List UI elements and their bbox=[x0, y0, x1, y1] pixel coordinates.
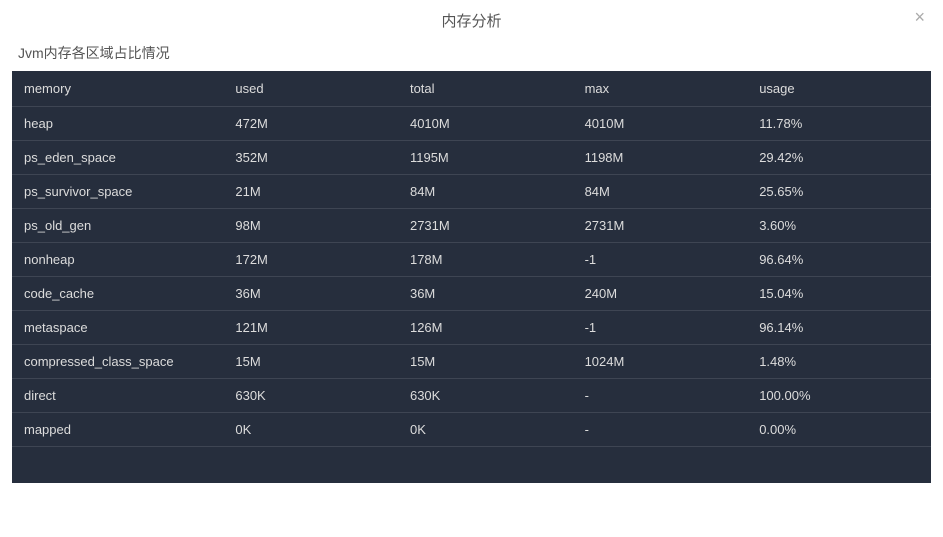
header-max: max bbox=[573, 71, 748, 107]
cell-total: 630K bbox=[398, 379, 573, 413]
cell-usage: 96.14% bbox=[747, 311, 931, 345]
cell-max: 2731M bbox=[573, 209, 748, 243]
cell-usage: 96.64% bbox=[747, 243, 931, 277]
cell-total: 84M bbox=[398, 175, 573, 209]
cell-max: 84M bbox=[573, 175, 748, 209]
table-row: heap472M4010M4010M11.78% bbox=[12, 107, 931, 141]
cell-max: 1198M bbox=[573, 141, 748, 175]
cell-memory: code_cache bbox=[12, 277, 223, 311]
cell-total: 126M bbox=[398, 311, 573, 345]
cell-used: 121M bbox=[223, 311, 398, 345]
cell-memory: heap bbox=[12, 107, 223, 141]
cell-total: 4010M bbox=[398, 107, 573, 141]
header-used: used bbox=[223, 71, 398, 107]
header-memory: memory bbox=[12, 71, 223, 107]
cell-usage: 0.00% bbox=[747, 413, 931, 447]
cell-total: 1195M bbox=[398, 141, 573, 175]
cell-memory: compressed_class_space bbox=[12, 345, 223, 379]
header-usage: usage bbox=[747, 71, 931, 107]
table-row: compressed_class_space15M15M1024M1.48% bbox=[12, 345, 931, 379]
table-row: mapped0K0K-0.00% bbox=[12, 413, 931, 447]
modal-title: 内存分析 bbox=[0, 0, 943, 39]
table-row: code_cache36M36M240M15.04% bbox=[12, 277, 931, 311]
cell-memory: metaspace bbox=[12, 311, 223, 345]
cell-used: 21M bbox=[223, 175, 398, 209]
cell-total: 178M bbox=[398, 243, 573, 277]
cell-used: 172M bbox=[223, 243, 398, 277]
cell-memory: ps_survivor_space bbox=[12, 175, 223, 209]
cell-total: 2731M bbox=[398, 209, 573, 243]
subtitle: Jvm内存各区域占比情况 bbox=[0, 39, 943, 71]
cell-max: -1 bbox=[573, 243, 748, 277]
cell-max: 1024M bbox=[573, 345, 748, 379]
cell-usage: 3.60% bbox=[747, 209, 931, 243]
cell-used: 36M bbox=[223, 277, 398, 311]
cell-memory: mapped bbox=[12, 413, 223, 447]
table-row: metaspace121M126M-196.14% bbox=[12, 311, 931, 345]
cell-usage: 15.04% bbox=[747, 277, 931, 311]
cell-max: - bbox=[573, 413, 748, 447]
table-row: ps_survivor_space21M84M84M25.65% bbox=[12, 175, 931, 209]
memory-table-container: memory used total max usage heap472M4010… bbox=[12, 71, 931, 483]
cell-memory: ps_old_gen bbox=[12, 209, 223, 243]
cell-used: 98M bbox=[223, 209, 398, 243]
table-body: heap472M4010M4010M11.78%ps_eden_space352… bbox=[12, 107, 931, 447]
cell-memory: nonheap bbox=[12, 243, 223, 277]
table-header-row: memory used total max usage bbox=[12, 71, 931, 107]
header-total: total bbox=[398, 71, 573, 107]
cell-memory: direct bbox=[12, 379, 223, 413]
cell-memory: ps_eden_space bbox=[12, 141, 223, 175]
cell-usage: 100.00% bbox=[747, 379, 931, 413]
table-row: direct630K630K-100.00% bbox=[12, 379, 931, 413]
cell-usage: 29.42% bbox=[747, 141, 931, 175]
cell-usage: 11.78% bbox=[747, 107, 931, 141]
table-row: ps_eden_space352M1195M1198M29.42% bbox=[12, 141, 931, 175]
cell-total: 0K bbox=[398, 413, 573, 447]
cell-used: 472M bbox=[223, 107, 398, 141]
cell-max: 240M bbox=[573, 277, 748, 311]
cell-max: - bbox=[573, 379, 748, 413]
cell-max: -1 bbox=[573, 311, 748, 345]
cell-usage: 1.48% bbox=[747, 345, 931, 379]
close-icon[interactable]: × bbox=[914, 8, 925, 26]
cell-used: 630K bbox=[223, 379, 398, 413]
cell-total: 36M bbox=[398, 277, 573, 311]
table-row: ps_old_gen98M2731M2731M3.60% bbox=[12, 209, 931, 243]
cell-used: 0K bbox=[223, 413, 398, 447]
cell-total: 15M bbox=[398, 345, 573, 379]
memory-table: memory used total max usage heap472M4010… bbox=[12, 71, 931, 447]
cell-used: 352M bbox=[223, 141, 398, 175]
cell-usage: 25.65% bbox=[747, 175, 931, 209]
cell-max: 4010M bbox=[573, 107, 748, 141]
cell-used: 15M bbox=[223, 345, 398, 379]
table-row: nonheap172M178M-196.64% bbox=[12, 243, 931, 277]
